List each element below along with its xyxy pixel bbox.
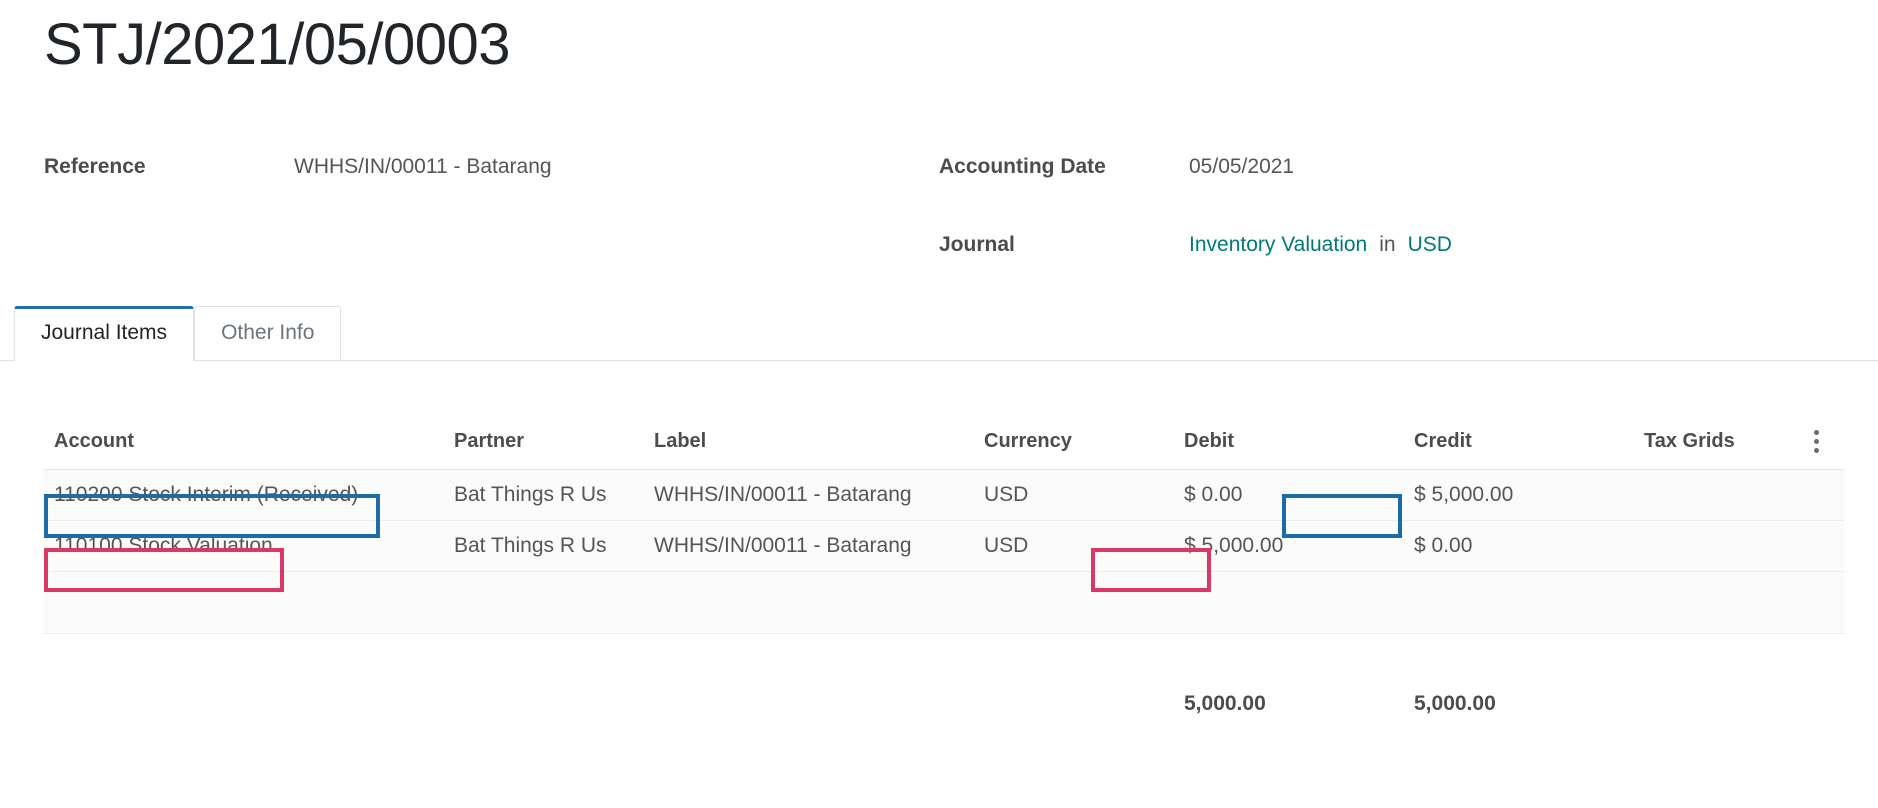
table-header-row: Account Partner Label Currency Debit Cre… (44, 430, 1844, 470)
header-empty-cell (44, 203, 939, 251)
cell-currency[interactable]: USD (974, 520, 1174, 572)
reference-label: Reference (44, 155, 146, 178)
journal-currency-link[interactable]: USD (1408, 233, 1452, 257)
accounting-date-field: Accounting Date 05/05/2021 (939, 155, 1844, 179)
tab-journal-items[interactable]: Journal Items (14, 306, 195, 361)
cell-tax-grids[interactable] (1634, 469, 1804, 521)
total-debit: 5,000.00 (1174, 685, 1404, 729)
cell-row-options (1804, 520, 1844, 572)
cell-credit[interactable]: $ 0.00 (1404, 520, 1634, 572)
accounting-date-value[interactable]: 05/05/2021 (1189, 155, 1294, 179)
header-fields: Reference WHHS/IN/00011 - Batarang Accou… (44, 155, 1844, 256)
cell-debit[interactable]: $ 5,000.00 (1174, 520, 1404, 572)
cell-empty[interactable] (1174, 571, 1404, 634)
column-header-account[interactable]: Account (44, 430, 444, 470)
table-totals-row: 5,000.00 5,000.00 (44, 685, 1844, 729)
table-spacer-row (44, 633, 1844, 686)
column-header-debit[interactable]: Debit (1174, 430, 1404, 470)
column-header-label[interactable]: Label (644, 430, 974, 470)
totals-empty (44, 685, 444, 729)
cell-empty[interactable] (444, 571, 644, 634)
journal-items-table: Account Partner Label Currency Debit Cre… (44, 430, 1844, 729)
table-row[interactable]: 110200 Stock Interim (Received) Bat Thin… (44, 469, 1844, 521)
cell-currency[interactable]: USD (974, 469, 1174, 521)
journal-entry-form: STJ/2021/05/0003 Reference WHHS/IN/00011… (0, 0, 1878, 808)
header-row-2: Journal Inventory Valuation in USD (44, 203, 1844, 256)
journal-value-link[interactable]: Inventory Valuation (1189, 233, 1367, 257)
journal-items-table-wrapper: Account Partner Label Currency Debit Cre… (44, 430, 1844, 729)
journal-label: Journal (939, 233, 1015, 256)
cell-credit[interactable]: $ 5,000.00 (1404, 469, 1634, 521)
cell-partner[interactable]: Bat Things R Us (444, 469, 644, 521)
reference-value[interactable]: WHHS/IN/00011 - Batarang (294, 155, 552, 179)
journal-field: Journal Inventory Valuation in USD (939, 233, 1844, 257)
cell-row-options (1804, 469, 1844, 521)
cell-empty[interactable] (1634, 571, 1804, 634)
totals-empty (1634, 685, 1804, 729)
column-header-credit[interactable]: Credit (1404, 430, 1634, 470)
accounting-date-label: Accounting Date (939, 155, 1106, 178)
totals-empty (1804, 685, 1844, 729)
table-row[interactable]: 110100 Stock Valuation Bat Things R Us W… (44, 520, 1844, 572)
cell-tax-grids[interactable] (1634, 520, 1804, 572)
cell-partner[interactable]: Bat Things R Us (444, 520, 644, 572)
totals-empty (644, 685, 974, 729)
tab-bar: Journal Items Other Info (0, 305, 1878, 361)
more-options-icon[interactable] (1814, 430, 1820, 453)
page-title: STJ/2021/05/0003 (44, 12, 511, 77)
column-header-partner[interactable]: Partner (444, 430, 644, 470)
cell-empty[interactable] (1404, 571, 1634, 634)
cell-account[interactable]: 110100 Stock Valuation (44, 520, 444, 572)
column-header-tax-grids[interactable]: Tax Grids (1634, 430, 1804, 470)
spacer-cell (44, 633, 1844, 686)
cell-account[interactable]: 110200 Stock Interim (Received) (44, 469, 444, 521)
cell-empty[interactable] (44, 571, 444, 634)
cell-label[interactable]: WHHS/IN/00011 - Batarang (644, 469, 974, 521)
cell-empty (1804, 571, 1844, 634)
cell-empty[interactable] (974, 571, 1174, 634)
cell-debit[interactable]: $ 0.00 (1174, 469, 1404, 521)
column-options-cell (1804, 430, 1844, 470)
totals-empty (974, 685, 1174, 729)
cell-empty[interactable] (644, 571, 974, 634)
totals-empty (444, 685, 644, 729)
table-row-empty[interactable] (44, 571, 1844, 634)
tab-other-info[interactable]: Other Info (194, 306, 342, 361)
reference-field: Reference WHHS/IN/00011 - Batarang (44, 155, 939, 179)
journal-separator: in (1379, 233, 1396, 256)
total-credit: 5,000.00 (1404, 685, 1634, 729)
header-row-1: Reference WHHS/IN/00011 - Batarang Accou… (44, 155, 1844, 203)
cell-label[interactable]: WHHS/IN/00011 - Batarang (644, 520, 974, 572)
column-header-currency[interactable]: Currency (974, 430, 1174, 470)
